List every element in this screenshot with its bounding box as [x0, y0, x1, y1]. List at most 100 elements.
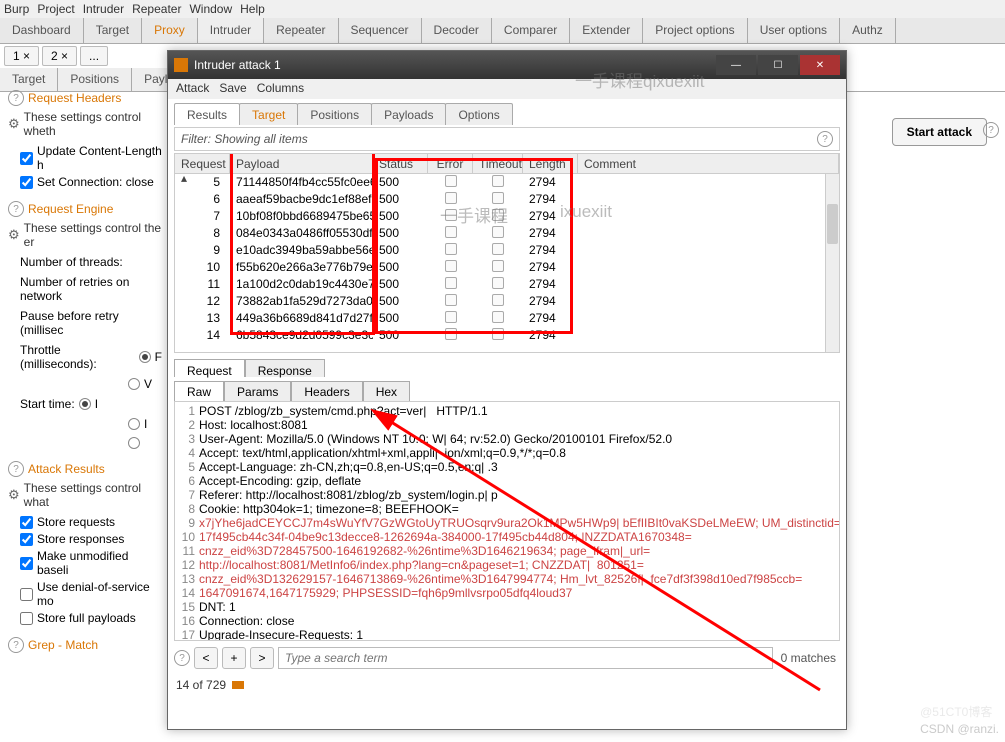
search-prev-button[interactable]: <: [194, 647, 218, 669]
results-tab[interactable]: Results: [174, 103, 240, 125]
help-icon[interactable]: ?: [8, 90, 24, 106]
filter-bar[interactable]: Filter: Showing all items ?: [174, 127, 840, 151]
help-icon[interactable]: ?: [8, 461, 24, 477]
table-row[interactable]: 111a100d2c0dab19c4430e7...5002794: [175, 276, 839, 293]
col-length[interactable]: Length: [523, 154, 578, 173]
session-tab-more[interactable]: ...: [80, 46, 108, 66]
response-tab[interactable]: Response: [245, 359, 325, 377]
start-radio-3[interactable]: [128, 437, 140, 449]
attack-menubar[interactable]: Attack Save Columns: [168, 79, 846, 99]
throttle-label: Throttle (milliseconds):: [20, 343, 135, 371]
search-next-button[interactable]: >: [250, 647, 274, 669]
set-conn-label: Set Connection: close: [37, 175, 154, 189]
tab-decoder[interactable]: Decoder: [422, 18, 492, 43]
table-row[interactable]: 1273882ab1fa529d7273da0d...5002794: [175, 293, 839, 310]
intruder-attack-window: Intruder attack 1 — ☐ ✕ Attack Save Colu…: [167, 50, 847, 730]
table-row[interactable]: 8084e0343a0486ff05530df6...5002794: [175, 225, 839, 242]
menu-intruder[interactable]: Intruder: [83, 2, 124, 16]
payloads-tab[interactable]: Payloads: [371, 103, 446, 125]
table-row[interactable]: 10f55b620e266a3e776b79efd...5002794: [175, 259, 839, 276]
tab-target[interactable]: Target: [84, 18, 142, 43]
engine-desc: These settings control the er: [24, 221, 162, 249]
table-row[interactable]: 710bf08f0bbd6689475be65b...5002794: [175, 208, 839, 225]
col-timeout[interactable]: Timeout: [473, 154, 523, 173]
tab-user-options[interactable]: User options: [748, 18, 840, 43]
store-full-checkbox[interactable]: [20, 612, 33, 625]
table-row[interactable]: 571144850f4fb4cc55fc0ee6...5002794: [175, 174, 839, 191]
set-conn-checkbox[interactable]: [20, 176, 33, 189]
tab-project-options[interactable]: Project options: [643, 18, 747, 43]
gear-icon[interactable]: ⚙: [8, 487, 20, 503]
view-params[interactable]: Params: [224, 381, 291, 401]
gear-icon[interactable]: ⚙: [8, 116, 20, 132]
table-scrollbar[interactable]: [825, 174, 839, 352]
start-attack-button[interactable]: Start attack: [892, 118, 987, 146]
tab-comparer[interactable]: Comparer: [492, 18, 570, 43]
update-cl-label: Update Content-Length h: [37, 144, 162, 172]
tab-extender[interactable]: Extender: [570, 18, 643, 43]
threads-label: Number of threads:: [20, 255, 123, 269]
menu-attack[interactable]: Attack: [176, 81, 209, 97]
session-tab-1[interactable]: 1 ×: [4, 46, 39, 66]
table-row[interactable]: 13449a36b6689d841d7d27f3...5002794: [175, 310, 839, 327]
help-icon[interactable]: ?: [817, 131, 833, 147]
minimize-button[interactable]: —: [716, 55, 756, 75]
tab-dashboard[interactable]: Dashboard: [0, 18, 84, 43]
tab-repeater[interactable]: Repeater: [264, 18, 338, 43]
start-radio-2[interactable]: [128, 418, 140, 430]
maximize-button[interactable]: ☐: [758, 55, 798, 75]
app-menubar[interactable]: Burp Project Intruder Repeater Window He…: [0, 0, 1005, 18]
view-headers[interactable]: Headers: [291, 381, 362, 401]
target-tab[interactable]: Target: [239, 103, 298, 125]
store-resp-checkbox[interactable]: [20, 533, 33, 546]
start-radio-1[interactable]: [79, 398, 91, 410]
main-tab-bar: Dashboard Target Proxy Intruder Repeater…: [0, 18, 1005, 44]
view-hex[interactable]: Hex: [363, 381, 410, 401]
tab-proxy[interactable]: Proxy: [142, 18, 198, 43]
search-matches: 0 matches: [777, 651, 840, 665]
request-raw-view[interactable]: 1POST /zblog/zb_system/cmd.php?act=ver| …: [174, 401, 840, 641]
session-tab-2[interactable]: 2 ×: [42, 46, 77, 66]
col-request[interactable]: Request ▴: [175, 154, 230, 173]
options-tab[interactable]: Options: [445, 103, 512, 125]
table-row[interactable]: 146b5843ce9d2d0599c3e3c...5002794: [175, 327, 839, 344]
help-icon[interactable]: ?: [8, 201, 24, 217]
menu-help[interactable]: Help: [240, 2, 265, 16]
help-icon[interactable]: ?: [983, 122, 999, 138]
store-req-checkbox[interactable]: [20, 516, 33, 529]
throttle-radio-v[interactable]: [128, 378, 140, 390]
table-row[interactable]: 6aaeaf59bacbe9dc1ef88ef1...5002794: [175, 191, 839, 208]
tab-authz[interactable]: Authz: [840, 18, 896, 43]
request-tab[interactable]: Request: [174, 359, 245, 377]
help-icon[interactable]: ?: [174, 650, 190, 666]
search-input[interactable]: [278, 647, 773, 669]
positions-tab[interactable]: Positions: [297, 103, 372, 125]
search-add-button[interactable]: +: [222, 647, 246, 669]
scrollbar-thumb[interactable]: [827, 204, 838, 244]
update-cl-checkbox[interactable]: [20, 152, 33, 165]
gear-icon[interactable]: ⚙: [8, 227, 20, 243]
col-comment[interactable]: Comment: [578, 154, 839, 173]
tab-sequencer[interactable]: Sequencer: [339, 18, 422, 43]
menu-burp[interactable]: Burp: [4, 2, 29, 16]
table-row[interactable]: 9e10adc3949ba59abbe56e...5002794: [175, 242, 839, 259]
menu-save[interactable]: Save: [219, 81, 246, 97]
view-raw[interactable]: Raw: [174, 381, 224, 401]
col-error[interactable]: Error: [428, 154, 473, 173]
menu-repeater[interactable]: Repeater: [132, 2, 181, 16]
col-payload[interactable]: Payload: [230, 154, 373, 173]
close-button[interactable]: ✕: [800, 55, 840, 75]
throttle-radio-f[interactable]: [139, 351, 151, 363]
menu-window[interactable]: Window: [189, 2, 232, 16]
progress-text: 14 of 729: [176, 678, 226, 692]
menu-columns[interactable]: Columns: [257, 81, 304, 97]
dos-checkbox[interactable]: [20, 588, 33, 601]
help-icon[interactable]: ?: [8, 637, 24, 653]
unmod-checkbox[interactable]: [20, 557, 33, 570]
results-title: Attack Results: [28, 462, 105, 476]
col-status[interactable]: Status: [373, 154, 428, 173]
tab-intruder[interactable]: Intruder: [198, 18, 264, 43]
menu-project[interactable]: Project: [37, 2, 74, 16]
results-table: Request ▴ Payload Status Error Timeout L…: [174, 153, 840, 353]
results-desc: These settings control what: [24, 481, 162, 509]
